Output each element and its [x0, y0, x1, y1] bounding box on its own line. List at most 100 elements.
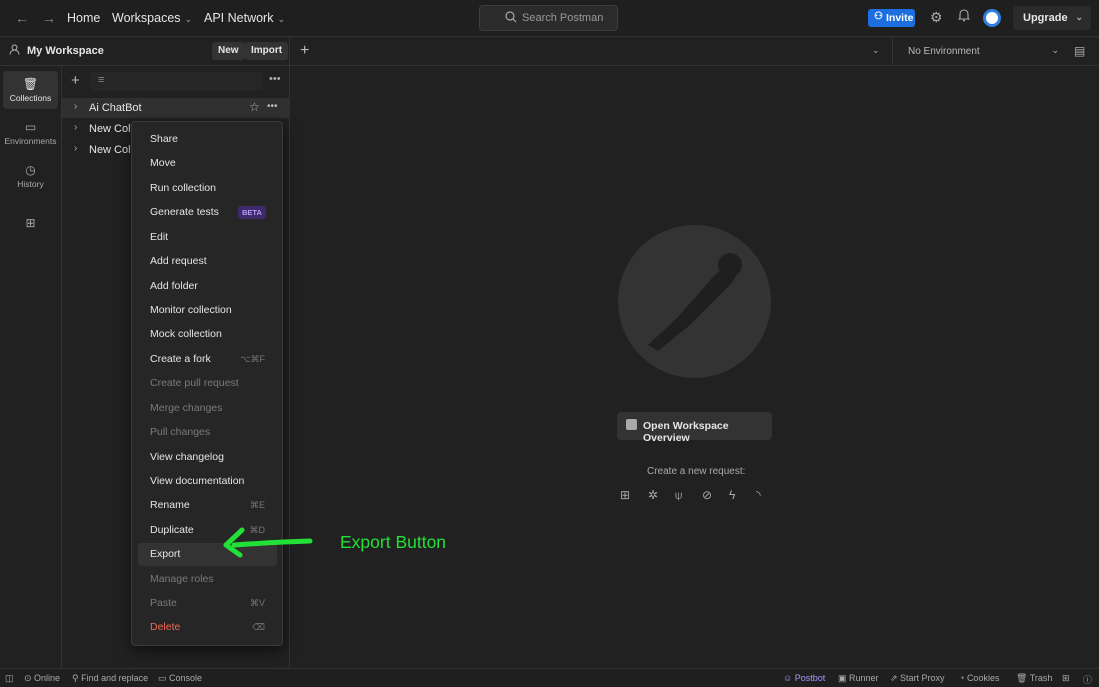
chevron-right-icon[interactable]: › [74, 101, 77, 112]
environment-select[interactable]: No Environment ⌄ [892, 37, 1073, 66]
import-button[interactable]: Import [245, 42, 289, 60]
postman-logo [618, 225, 771, 378]
mqtt-icon[interactable]: ◝ [756, 488, 761, 502]
home-link[interactable]: Home [67, 11, 100, 25]
menu-item-mock-collection[interactable]: Mock collection [138, 323, 277, 346]
chevron-down-icon: ⌄ [1075, 12, 1083, 22]
start-proxy-button[interactable]: ⇗ Start Proxy [890, 673, 945, 684]
cookies-label: Cookies [966, 673, 1000, 683]
online-status[interactable]: ⊙ Online [24, 673, 60, 684]
menu-item-delete[interactable]: Delete ⌫ [138, 616, 277, 639]
chevron-down-icon: ⌄ [1051, 45, 1059, 55]
cookies-button[interactable]: ◔ Cookies [959, 673, 999, 683]
open-overview-label: Open Workspace Overview [643, 420, 729, 444]
new-button[interactable]: New [212, 42, 245, 60]
menu-item-edit[interactable]: Edit [138, 226, 277, 249]
layout-icon[interactable]: ⊞ [1062, 673, 1070, 684]
console-label: Console [169, 673, 203, 683]
chevron-down-icon[interactable]: ⌄ [872, 45, 880, 56]
plus-icon[interactable]: + [71, 72, 80, 89]
menu-item-run-collection[interactable]: Run collection [138, 177, 277, 200]
bell-icon[interactable] [957, 9, 971, 25]
menu-item-label: Rename [150, 499, 190, 511]
workspaces-label: Workspaces [112, 11, 181, 25]
sidebar-item-label: Environments [4, 136, 57, 146]
user-icon [9, 44, 20, 58]
shortcut-hint: ⌫ [252, 622, 265, 632]
menu-item-view-changelog[interactable]: View changelog [138, 446, 277, 469]
arrow-right-icon[interactable]: → [42, 10, 56, 26]
status-bar: ◫ ⊙ Online ⚲ Find and replace ▭ Console … [0, 668, 1099, 687]
more-options-icon[interactable]: ••• [267, 101, 278, 112]
postbot-button[interactable]: ☺ Postbot [783, 673, 825, 683]
menu-item-generate-tests[interactable]: Generate tests BETA [138, 201, 277, 224]
menu-item-label: Create pull request [150, 377, 239, 389]
workspace-header: My Workspace New Import [0, 37, 290, 66]
open-workspace-overview-button[interactable]: Open Workspace Overview [617, 412, 772, 444]
top-bar: ← → Home Workspaces ⌄ API Network ⌄ Search… [0, 0, 1099, 37]
menu-item-rename[interactable]: Rename ⌘E [138, 494, 277, 517]
filter-icon: ≡ [98, 74, 105, 86]
menu-item-monitor-collection[interactable]: Monitor collection [138, 299, 277, 322]
tab-bar: + ⌄ No Environment ⌄ ▤ [290, 37, 1099, 66]
gear-icon[interactable]: ⚙ [930, 9, 943, 26]
console-button[interactable]: ▭ Console [158, 673, 202, 684]
help-icon[interactable]: ⓘ [1083, 673, 1092, 686]
sidebar-toggle-icon[interactable]: ◫ [5, 673, 14, 684]
filter-input[interactable]: ≡ [90, 72, 263, 91]
menu-item-label: Mock collection [150, 328, 222, 340]
check-circle-icon: ⊙ [24, 673, 35, 683]
sidebar-item-configure[interactable]: ⊞ [3, 210, 58, 248]
sidebar-item-history[interactable]: ◷ History [3, 157, 58, 195]
menu-item-label: Manage roles [150, 573, 214, 585]
invite-button[interactable]: ⚇ Invite [868, 9, 915, 27]
upgrade-button[interactable]: Upgrade ⌄ [1013, 6, 1091, 30]
menu-item-label: Create a fork [150, 353, 211, 365]
menu-item-label: Edit [150, 231, 169, 243]
invite-label: Invite [886, 12, 914, 24]
list-item[interactable]: › Ai ChatBot ☆ ••• [62, 98, 290, 118]
search-input[interactable]: Search Postman [479, 5, 618, 31]
grpc-icon[interactable]: ⍦ [675, 488, 682, 503]
menu-item-label: Delete [150, 621, 181, 633]
history-icon: ◷ [25, 163, 36, 177]
chevron-down-icon: ⌄ [277, 14, 286, 24]
menu-item-view-documentation[interactable]: View documentation [138, 470, 277, 493]
environment-quick-look-icon[interactable]: ▤ [1074, 44, 1085, 58]
new-tab-plus-icon[interactable]: + [300, 42, 309, 60]
chevron-right-icon[interactable]: › [74, 122, 77, 133]
star-icon[interactable]: ☆ [249, 100, 260, 114]
menu-item-merge-changes: Merge changes [138, 397, 277, 420]
menu-item-label: Export [150, 548, 181, 560]
more-options-icon[interactable]: ••• [269, 73, 281, 85]
menu-item-share[interactable]: Share [138, 128, 277, 151]
arrow-left-icon[interactable]: ← [15, 10, 29, 26]
socketio-icon[interactable]: ϟ [729, 488, 735, 502]
chevron-right-icon[interactable]: › [74, 143, 77, 154]
menu-item-label: Share [150, 133, 179, 145]
workspaces-menu[interactable]: Workspaces ⌄ [112, 11, 192, 25]
menu-item-create-fork[interactable]: Create a fork ⌥⌘F [138, 348, 277, 371]
menu-item-move[interactable]: Move [138, 152, 277, 175]
grid-plus-icon: ⊞ [25, 216, 36, 230]
menu-item-create-pull-request: Create pull request [138, 372, 277, 395]
graphql-icon[interactable]: ✲ [648, 488, 658, 502]
avatar[interactable] [983, 9, 1001, 27]
cookie-icon: ◔ [959, 673, 967, 683]
create-request-label: Create a new request: [647, 466, 746, 477]
environment-icon: ▭ [24, 120, 37, 134]
search-placeholder: Search Postman [522, 12, 604, 24]
trash-button[interactable]: 🗑 Trash [1016, 673, 1052, 684]
shortcut-hint: ⌘E [249, 500, 265, 510]
api-network-menu[interactable]: API Network ⌄ [204, 11, 285, 25]
shortcut-hint: ⌥⌘F [240, 354, 265, 364]
sidebar-item-collections[interactable]: 🗑 Collections [3, 71, 58, 109]
sidebar-item-environments[interactable]: ▭ Environments [3, 114, 58, 152]
menu-item-add-folder[interactable]: Add folder [138, 275, 277, 298]
menu-item-add-request[interactable]: Add request [138, 250, 277, 273]
menu-item-manage-roles: Manage roles [138, 568, 277, 591]
runner-button[interactable]: ▣ Runner [838, 673, 879, 684]
http-icon[interactable]: ⊞ [620, 488, 630, 502]
find-replace-button[interactable]: ⚲ Find and replace [72, 673, 148, 684]
websocket-icon[interactable]: ⊘ [702, 488, 712, 502]
